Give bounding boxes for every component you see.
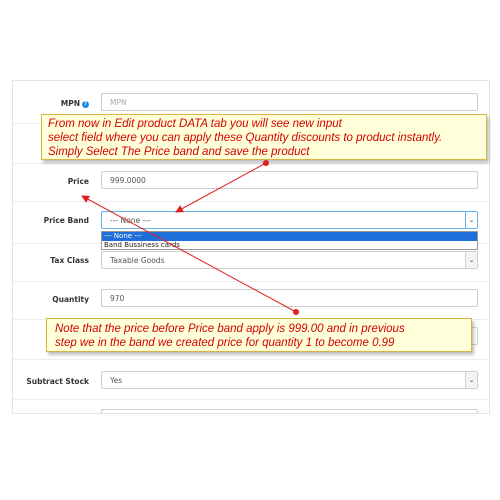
annotation-note-bottom: Note that the price before Price band ap… [46,318,472,352]
row-divider [13,359,489,360]
row-divider [13,163,489,164]
subtract-stock-selected-value: Yes [110,376,123,385]
tax-class-selected-value: Taxable Goods [110,256,165,265]
chevron-down-icon[interactable]: ⌄ [465,252,477,268]
tax-class-label: Tax Class [50,256,89,265]
tax-class-select[interactable]: Taxable Goods ⌄ [101,251,478,269]
mpn-input[interactable]: MPN [101,93,478,111]
chevron-down-icon[interactable]: ⌄ [465,372,477,388]
dropdown-option[interactable]: --- None --- [102,232,477,241]
note-line: select field where you can apply these Q… [48,132,443,144]
price-label: Price [67,177,89,186]
note-line: step we in the band we created price for… [55,337,395,349]
quantity-input[interactable]: 970 [101,289,478,307]
mpn-label-text: MPN [60,99,80,108]
price-band-dropdown: --- None --- Band Bussiness cards [101,231,478,250]
note-line: From now in Edit product DATA tab you wi… [48,118,342,130]
price-band-selected-value: --- None --- [110,216,151,225]
quantity-label: Quantity [52,295,89,304]
help-icon[interactable]: ? [82,100,89,108]
price-band-label: Price Band [43,216,89,225]
mpn-label: MPN? [13,99,89,108]
note-line: Simply Select The Price band and save th… [48,146,310,158]
next-field-input[interactable] [101,409,478,413]
row-divider [13,281,489,282]
note-line: Note that the price before Price band ap… [55,323,405,335]
chevron-down-icon[interactable]: ⌄ [465,212,477,228]
price-input[interactable]: 999.0000 [101,171,478,189]
row-divider [13,201,489,202]
annotation-note-top: From now in Edit product DATA tab you wi… [41,114,487,160]
price-band-select[interactable]: --- None --- ⌄ [101,211,478,229]
subtract-stock-label: Subtract Stock [26,377,89,386]
subtract-stock-select[interactable]: Yes ⌄ [101,371,478,389]
dropdown-option[interactable]: Band Bussiness cards [102,241,477,250]
row-divider [13,399,489,400]
